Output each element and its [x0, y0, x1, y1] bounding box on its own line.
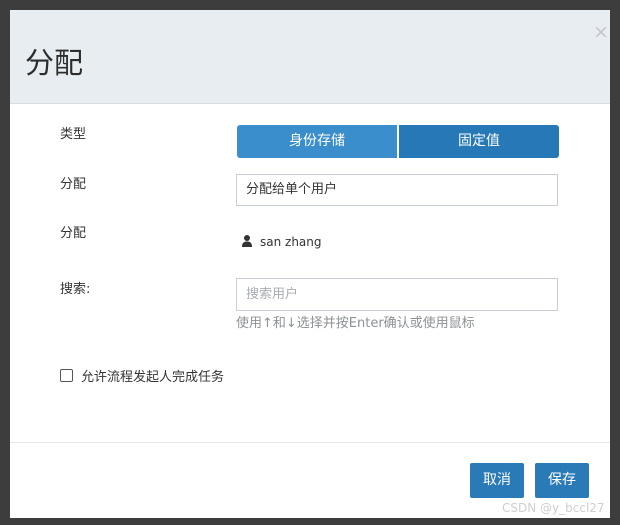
save-button[interactable]: 保存	[535, 463, 589, 498]
dialog-title: 分配	[25, 46, 84, 80]
footer-divider	[10, 442, 610, 443]
dialog-header: 分配 ×	[10, 10, 610, 104]
type-label: 类型	[60, 127, 87, 142]
search-label: 搜索:	[60, 282, 91, 297]
allow-initiator-checkbox[interactable]	[60, 369, 73, 382]
assign-dialog: 分配 × 类型 身份存储 固定值 分配 分配给单个用户 分配 san zhang…	[10, 10, 610, 518]
allow-initiator-row: 允许流程发起人完成任务	[60, 369, 224, 387]
watermark: CSDN @y_bccl27	[502, 501, 605, 515]
type-toggle: 身份存储 固定值	[237, 125, 559, 158]
assign-type-select[interactable]: 分配给单个用户	[236, 174, 558, 206]
assign-user-label: 分配	[60, 226, 87, 241]
assigned-user-name: san zhang	[260, 235, 322, 249]
assigned-user: san zhang	[242, 233, 322, 251]
close-icon[interactable]: ×	[593, 23, 609, 42]
search-user-input[interactable]	[236, 278, 558, 311]
search-help-text: 使用↑和↓选择并按Enter确认或使用鼠标	[236, 316, 475, 331]
type-option-identity-store[interactable]: 身份存储	[237, 125, 397, 158]
type-option-fixed-value[interactable]: 固定值	[399, 125, 559, 158]
assign-label: 分配	[60, 177, 87, 192]
user-icon	[242, 235, 252, 247]
cancel-button[interactable]: 取消	[470, 463, 524, 498]
allow-initiator-label: 允许流程发起人完成任务	[81, 370, 225, 385]
